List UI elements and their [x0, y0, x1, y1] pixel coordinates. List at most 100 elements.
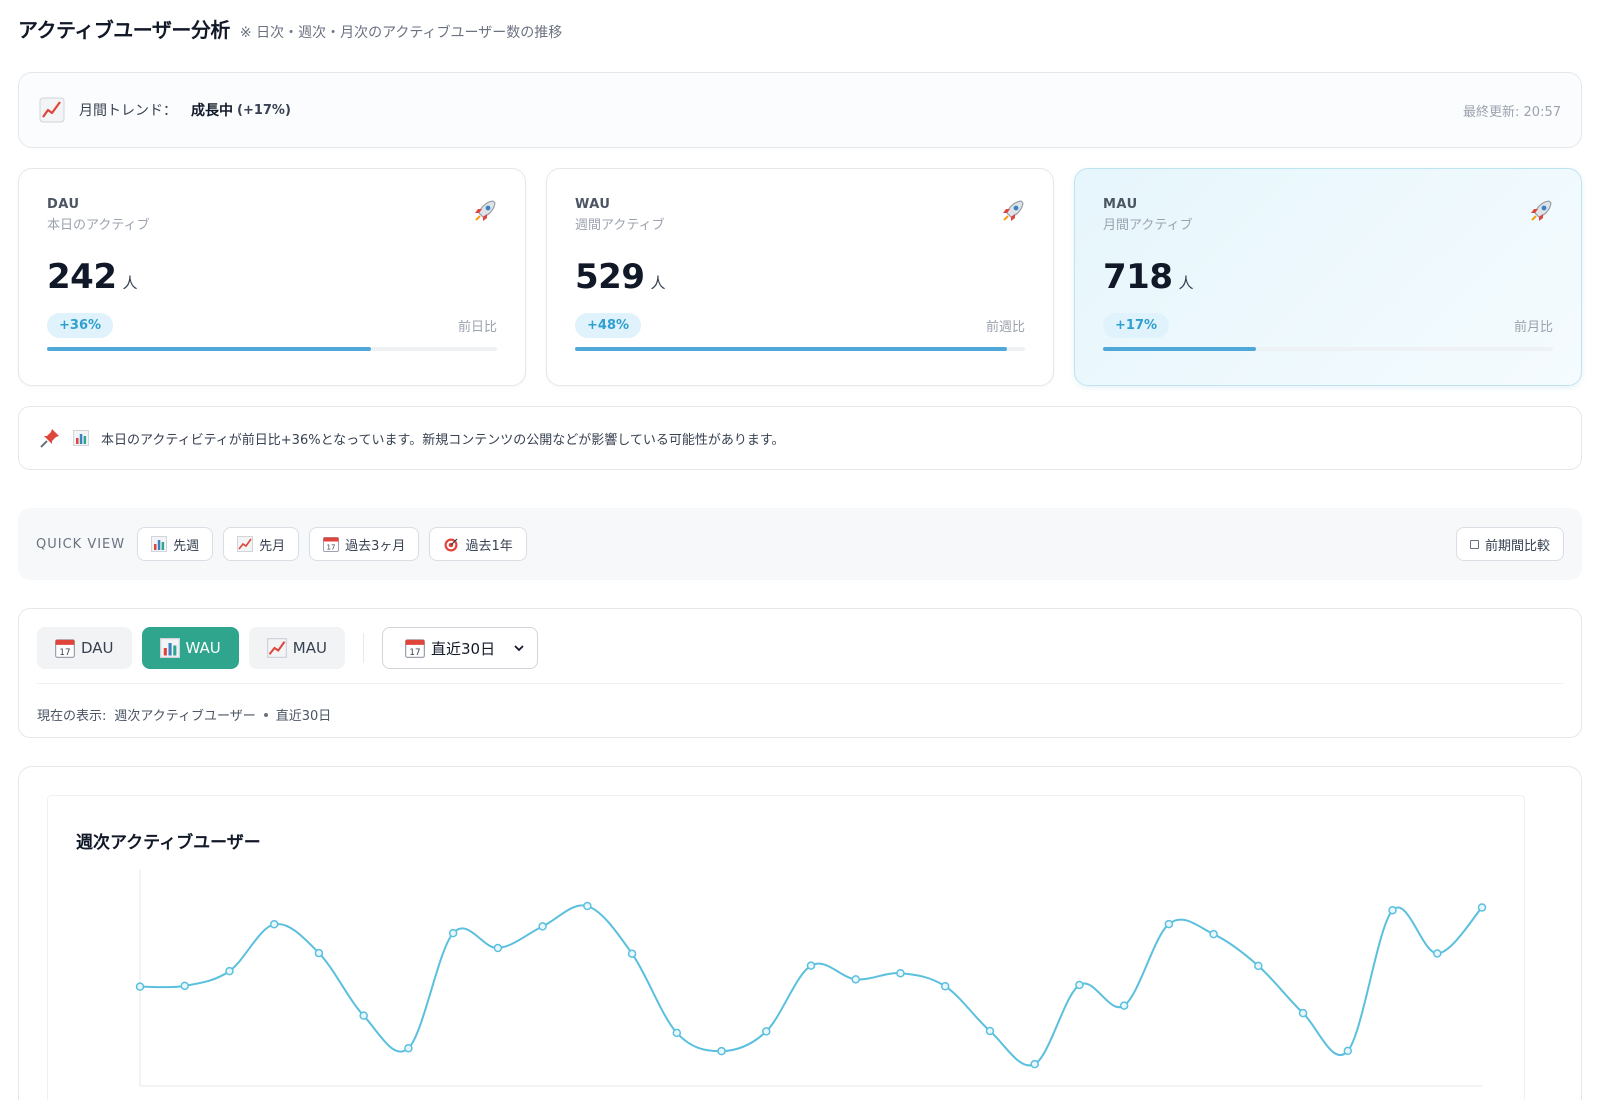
svg-text:17: 17: [59, 648, 70, 658]
metric-wau-button[interactable]: WAU: [141, 627, 239, 669]
kpi-progress-fill: [47, 347, 371, 351]
metric-dau-button[interactable]: 17 DAU: [37, 627, 132, 669]
line-chart: [135, 870, 1487, 1087]
divider: [362, 633, 364, 663]
kpi-code: WAU: [575, 197, 611, 212]
data-point[interactable]: [672, 1028, 682, 1038]
series-line: [139, 904, 1483, 1067]
chevron-down-icon: [514, 645, 524, 652]
page-subtitle: ※ 日次・週次・月次のアクティブユーザー数の推移: [239, 25, 563, 41]
quick-view-last-month-button[interactable]: 先月: [223, 527, 300, 561]
pushpin-icon: [40, 429, 59, 448]
kpi-cards: DAU 本日のアクティブ 242 人 +36% 前日比 WAU 週間アクティブ: [18, 168, 1582, 386]
data-point[interactable]: [985, 1026, 995, 1036]
kpi-compare-label: 前月比: [1513, 320, 1553, 335]
calendar-icon: 17: [55, 639, 75, 658]
rocket-icon: [1531, 200, 1552, 221]
chart-container: 週次アクティブユーザー: [47, 795, 1525, 1100]
metric-button-label: MAU: [292, 639, 327, 657]
calendar-icon: 17: [323, 537, 340, 552]
quick-view-last-week-button[interactable]: 先週: [137, 527, 214, 561]
metric-mau-button[interactable]: MAU: [248, 627, 345, 669]
page-title: アクティブユーザー分析: [18, 18, 230, 42]
chart-panel: 週次アクティブユーザー: [18, 766, 1582, 1100]
current-view-range: 直近30日: [275, 709, 332, 724]
metric-selector: 17 DAU WAU MAU 17 直近30日: [37, 627, 539, 669]
kpi-unit: 人: [650, 274, 666, 292]
kpi-meta: +36% 前日比: [47, 313, 497, 338]
data-point[interactable]: [448, 928, 458, 938]
kpi-compare-label: 前週比: [985, 320, 1025, 335]
kpi-progress-track: [1103, 347, 1553, 351]
data-point[interactable]: [1388, 905, 1397, 915]
kpi-card-dau[interactable]: DAU 本日のアクティブ 242 人 +36% 前日比: [18, 168, 526, 386]
kpi-unit: 人: [122, 274, 138, 292]
quick-view-button-label: 過去1年: [465, 538, 513, 554]
data-point[interactable]: [1119, 1001, 1129, 1010]
data-point[interactable]: [762, 1027, 771, 1036]
compare-previous-period-toggle[interactable]: 前期間比較: [1455, 527, 1564, 561]
kpi-card-wau[interactable]: WAU 週間アクティブ 529 人 +48% 前週比: [546, 168, 1054, 386]
quick-view-bar: QUICK VIEW 先週 先月 17 過去3ヶ月 過去1年 前期間比較: [18, 508, 1582, 580]
divider: [37, 683, 1563, 684]
data-point[interactable]: [1164, 919, 1174, 929]
data-point[interactable]: [627, 949, 637, 958]
data-point[interactable]: [1298, 1008, 1308, 1018]
data-point[interactable]: [404, 1043, 413, 1053]
kpi-card-mau[interactable]: MAU 月間アクティブ 718 人 +17% 前月比: [1074, 168, 1582, 386]
trend-value: 成長中: [191, 103, 233, 119]
trend-label: 月間トレンド：: [79, 103, 177, 119]
kpi-change-badge: +36%: [47, 313, 114, 338]
data-point[interactable]: [493, 943, 503, 953]
bar-chart-icon: [151, 536, 168, 552]
data-point[interactable]: [269, 920, 279, 929]
checkbox-icon: [1469, 539, 1479, 549]
data-point[interactable]: [1030, 1059, 1039, 1069]
current-view-label: 現在の表示:: [37, 709, 107, 724]
data-point[interactable]: [359, 1011, 368, 1020]
data-point[interactable]: [940, 982, 950, 991]
kpi-change-badge: +48%: [575, 313, 642, 338]
data-point[interactable]: [135, 982, 145, 991]
data-point[interactable]: [1343, 1046, 1353, 1056]
data-point[interactable]: [1075, 980, 1084, 990]
kpi-meta: +48% 前週比: [575, 313, 1025, 338]
data-point[interactable]: [896, 968, 905, 978]
quick-view-1-year-button[interactable]: 過去1年: [429, 527, 527, 561]
data-point[interactable]: [225, 966, 234, 976]
rocket-icon: [1003, 200, 1024, 221]
date-range-select[interactable]: 17 直近30日: [381, 627, 539, 669]
rocket-icon: [475, 200, 496, 221]
target-icon: [444, 538, 458, 552]
svg-text:17: 17: [327, 544, 336, 552]
data-point[interactable]: [851, 975, 860, 984]
kpi-compare-label: 前日比: [457, 320, 497, 335]
kpi-progress-track: [575, 347, 1025, 351]
data-point[interactable]: [314, 948, 324, 958]
kpi-change-badge: +17%: [1103, 313, 1170, 338]
svg-text:17: 17: [409, 648, 420, 658]
monthly-trend-bar: 月間トレンド： 成長中 (+17%) 最終更新: 20:57: [18, 72, 1582, 148]
data-point[interactable]: [538, 922, 547, 931]
data-point[interactable]: [1209, 929, 1218, 939]
kpi-description: 月間アクティブ: [1103, 218, 1193, 233]
data-point[interactable]: [1477, 903, 1487, 912]
data-point[interactable]: [806, 961, 816, 970]
compare-previous-period-label: 前期間比較: [1484, 538, 1550, 554]
data-point[interactable]: [1433, 949, 1442, 958]
bar-chart-icon: [159, 638, 180, 658]
data-point[interactable]: [717, 1046, 726, 1056]
chart-increasing-icon: [266, 638, 287, 658]
data-point[interactable]: [583, 901, 592, 911]
quick-view-button-label: 先週: [173, 538, 200, 554]
data-point[interactable]: [1254, 961, 1263, 971]
current-view-status: 現在の表示: 週次アクティブユーザー 直近30日: [37, 705, 331, 724]
quick-view-3-months-button[interactable]: 17 過去3ヶ月: [309, 527, 420, 561]
kpi-value: 242: [47, 257, 117, 297]
calendar-icon: 17: [404, 639, 425, 658]
trend-percent: (+17%): [237, 102, 291, 118]
quick-view-button-label: 先月: [259, 538, 286, 554]
bar-chart-icon: [73, 430, 89, 446]
data-point[interactable]: [180, 981, 189, 991]
kpi-description: 本日のアクティブ: [47, 218, 150, 233]
